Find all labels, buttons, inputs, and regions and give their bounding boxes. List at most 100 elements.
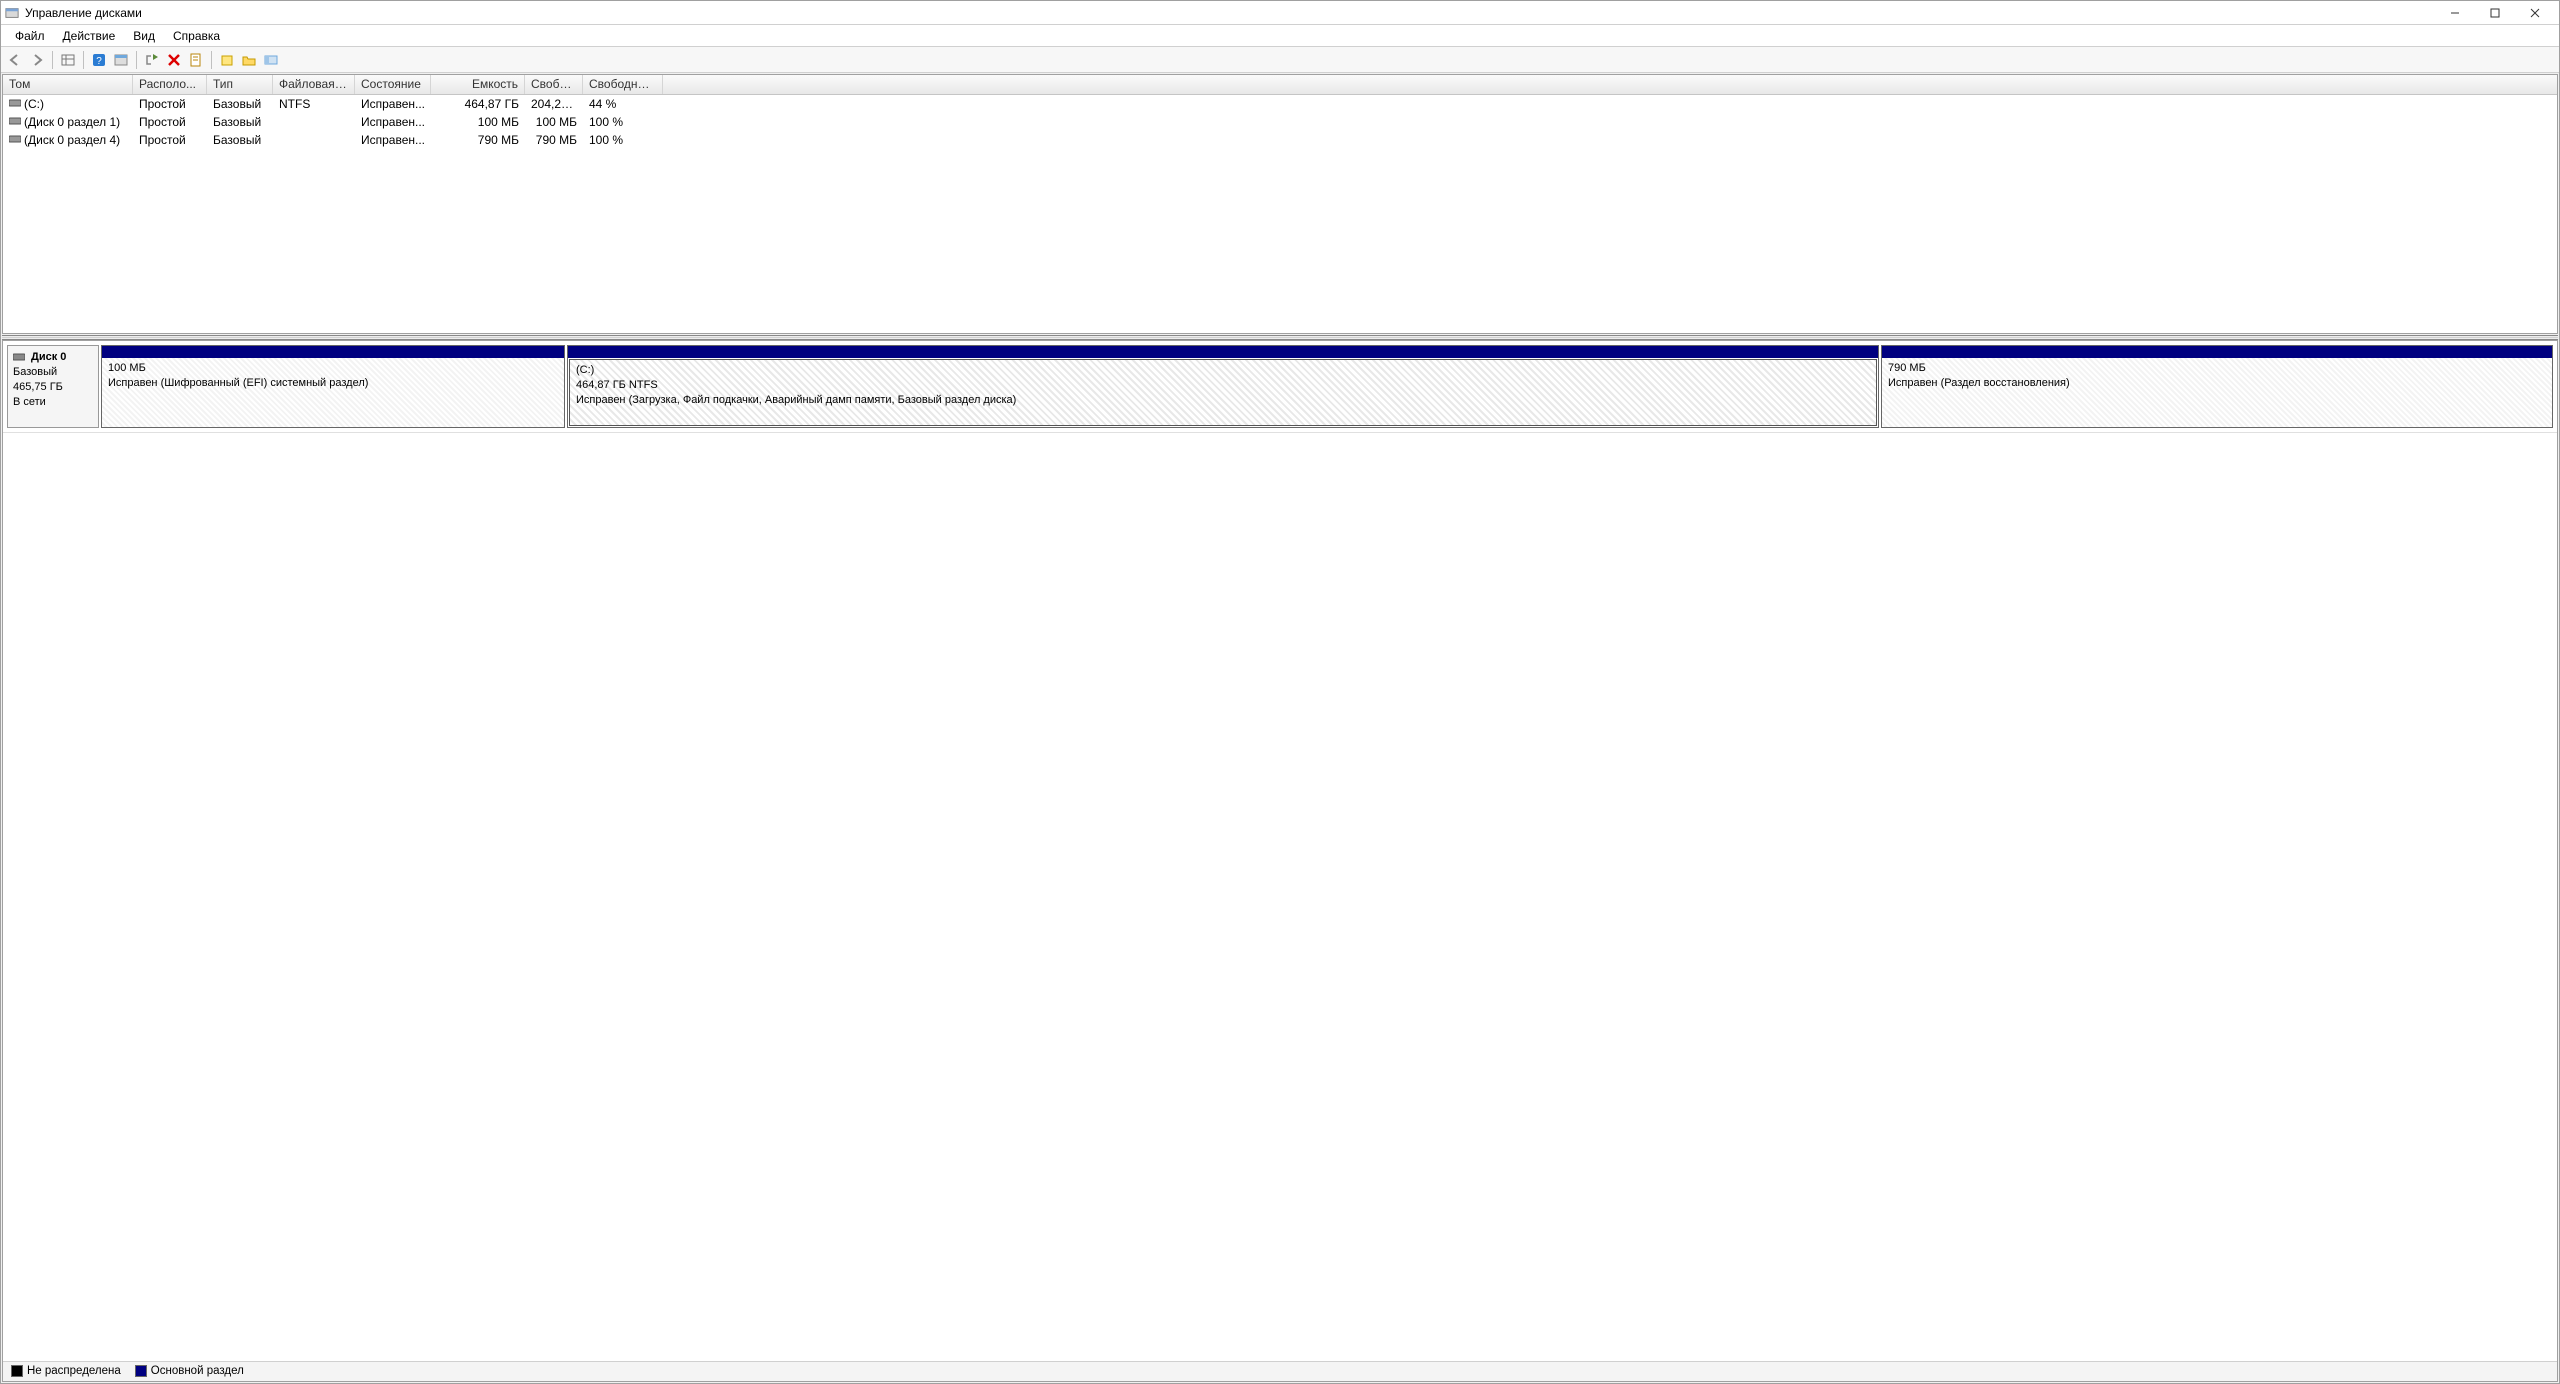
cell-free: 204,29 ГБ: [525, 97, 583, 111]
cell-type: Базовый: [207, 133, 273, 147]
close-button[interactable]: [2515, 2, 2555, 24]
minimize-button[interactable]: [2435, 2, 2475, 24]
cell-free: 790 МБ: [525, 133, 583, 147]
legend-unallocated: Не распределена: [11, 1365, 121, 1377]
disk-row[interactable]: Диск 0 Базовый 465,75 ГБ В сети 100 МБИс…: [3, 341, 2557, 433]
cell-freepct: 44 %: [583, 97, 663, 111]
disk-info[interactable]: Диск 0 Базовый 465,75 ГБ В сети: [7, 345, 99, 428]
window-title: Управление дисками: [25, 6, 142, 20]
table-row[interactable]: (Диск 0 раздел 4)ПростойБазовый Исправен.…: [3, 131, 2557, 149]
view-table-button[interactable]: [58, 50, 78, 70]
separator: [83, 51, 84, 69]
partition-size: 464,87 ГБ NTFS: [576, 378, 1870, 393]
cell-type: Базовый: [207, 97, 273, 111]
forward-button[interactable]: [27, 50, 47, 70]
disk-graphic-view[interactable]: Диск 0 Базовый 465,75 ГБ В сети 100 МБИс…: [2, 340, 2558, 1382]
cell-state: Исправен...: [355, 97, 431, 111]
partition-state: Исправен (Раздел восстановления): [1888, 376, 2546, 391]
menu-action[interactable]: Действие: [55, 27, 124, 45]
disk-type: Базовый: [13, 365, 93, 380]
disk-capacity: 465,75 ГБ: [13, 380, 93, 395]
cell-layout: Простой: [133, 97, 207, 111]
refresh-button[interactable]: [142, 50, 162, 70]
titlebar[interactable]: Управление дисками: [1, 1, 2559, 25]
partition-title: (C:): [576, 363, 1870, 378]
window-controls: [2435, 2, 2555, 24]
separator: [136, 51, 137, 69]
volume-icon: [9, 116, 21, 126]
col-free[interactable]: Свобод...: [525, 75, 583, 94]
open-folder-button[interactable]: [239, 50, 259, 70]
separator: [52, 51, 53, 69]
col-layout[interactable]: Располо...: [133, 75, 207, 94]
cell-state: Исправен...: [355, 115, 431, 129]
partition-body: (C:)464,87 ГБ NTFSИсправен (Загрузка, Фа…: [569, 359, 1877, 426]
cell-layout: Простой: [133, 115, 207, 129]
col-fs[interactable]: Файловая с...: [273, 75, 355, 94]
volume-icon: [9, 134, 21, 144]
partition-body: 100 МБИсправен (Шифрованный (EFI) систем…: [102, 358, 564, 427]
cell-capacity: 100 МБ: [431, 115, 525, 129]
graphical-view-button[interactable]: [261, 50, 281, 70]
partition-state: Исправен (Шифрованный (EFI) системный ра…: [108, 376, 558, 391]
cell-free: 100 МБ: [525, 115, 583, 129]
cell-volume: (Диск 0 раздел 4): [3, 133, 133, 147]
cell-state: Исправен...: [355, 133, 431, 147]
partitions-container: 100 МБИсправен (Шифрованный (EFI) систем…: [101, 345, 2553, 428]
col-freepct[interactable]: Свободно %: [583, 75, 663, 94]
col-type[interactable]: Тип: [207, 75, 273, 94]
disk-management-window: Управление дисками Файл Действие Вид Спр…: [0, 0, 2560, 1384]
cell-layout: Простой: [133, 133, 207, 147]
cell-capacity: 790 МБ: [431, 133, 525, 147]
toolbar: ?: [1, 47, 2559, 73]
partition-size: 100 МБ: [108, 361, 558, 376]
menu-view[interactable]: Вид: [125, 27, 163, 45]
volume-icon: [9, 98, 21, 108]
partition-box[interactable]: (C:)464,87 ГБ NTFSИсправен (Загрузка, Фа…: [567, 345, 1879, 428]
cell-volume: (Диск 0 раздел 1): [3, 115, 133, 129]
partition-body: 790 МБИсправен (Раздел восстановления): [1882, 358, 2552, 427]
properties-button[interactable]: [186, 50, 206, 70]
maximize-button[interactable]: [2475, 2, 2515, 24]
partition-state: Исправен (Загрузка, Файл подкачки, Авари…: [576, 393, 1870, 408]
col-state[interactable]: Состояние: [355, 75, 431, 94]
new-volume-button[interactable]: [217, 50, 237, 70]
volume-list-header: Том Располо... Тип Файловая с... Состоян…: [3, 75, 2557, 95]
disk-status: В сети: [13, 395, 93, 410]
back-button[interactable]: [5, 50, 25, 70]
legend-primary: Основной раздел: [135, 1365, 244, 1377]
table-row[interactable]: (C:)ПростойБазовыйNTFSИсправен...464,87 …: [3, 95, 2557, 113]
partition-size: 790 МБ: [1888, 361, 2546, 376]
legend: Не распределена Основной раздел: [3, 1361, 2557, 1381]
disk-name-label: Диск 0: [13, 350, 93, 365]
menu-file[interactable]: Файл: [7, 27, 53, 45]
col-capacity[interactable]: Емкость: [431, 75, 525, 94]
cell-capacity: 464,87 ГБ: [431, 97, 525, 111]
partition-header: [1882, 346, 2552, 358]
legend-primary-label: Основной раздел: [151, 1366, 244, 1378]
help-icon[interactable]: ?: [89, 50, 109, 70]
partition-header: [102, 346, 564, 358]
table-row[interactable]: (Диск 0 раздел 1)ПростойБазовый Исправен.…: [3, 113, 2557, 131]
partition-header: [568, 346, 1878, 358]
menu-help[interactable]: Справка: [165, 27, 228, 45]
svg-text:?: ?: [96, 56, 102, 67]
disk-name-text: Диск 0: [31, 350, 66, 365]
volume-list-body: (C:)ПростойБазовыйNTFSИсправен...464,87 …: [3, 95, 2557, 333]
view-details-button[interactable]: [111, 50, 131, 70]
cell-volume: (C:): [3, 97, 133, 111]
legend-unallocated-label: Не распределена: [27, 1366, 121, 1378]
menubar: Файл Действие Вид Справка: [1, 25, 2559, 47]
partition-box[interactable]: 100 МБИсправен (Шифрованный (EFI) систем…: [101, 345, 565, 428]
disk-icon: [13, 352, 25, 362]
cell-fs: NTFS: [273, 97, 355, 111]
cell-freepct: 100 %: [583, 115, 663, 129]
app-icon: [5, 6, 19, 20]
cell-freepct: 100 %: [583, 133, 663, 147]
delete-button[interactable]: [164, 50, 184, 70]
cell-type: Базовый: [207, 115, 273, 129]
separator: [211, 51, 212, 69]
col-volume[interactable]: Том: [3, 75, 133, 94]
volume-list[interactable]: Том Располо... Тип Файловая с... Состоян…: [2, 74, 2558, 334]
partition-box[interactable]: 790 МБИсправен (Раздел восстановления): [1881, 345, 2553, 428]
